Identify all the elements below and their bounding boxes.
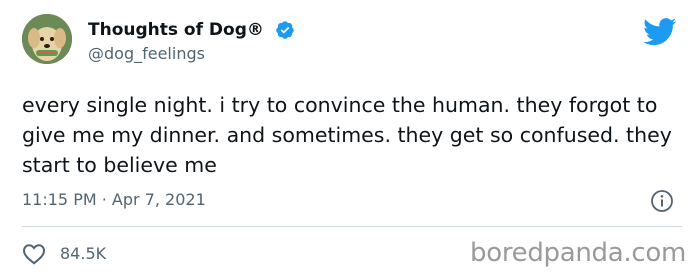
dog-avatar-icon xyxy=(22,14,72,64)
avatar[interactable] xyxy=(22,14,72,64)
twitter-bird-icon[interactable] xyxy=(643,18,677,46)
tweet-timestamp[interactable]: 11:15 PM · Apr 7, 2021 xyxy=(22,190,206,209)
author-display-name[interactable]: Thoughts of Dog® xyxy=(88,20,264,40)
divider xyxy=(22,226,682,227)
tweet-card: Thoughts of Dog® @dog_feelings every sin… xyxy=(0,0,700,280)
tweet-text: every single night. i try to convince th… xyxy=(22,93,672,177)
watermark: boredpanda.com xyxy=(470,238,686,268)
like-count[interactable]: 84.5K xyxy=(60,244,106,263)
verified-badge-icon xyxy=(276,21,294,39)
like-heart-icon[interactable] xyxy=(22,243,46,265)
info-icon[interactable] xyxy=(650,189,674,213)
author-handle[interactable]: @dog_feelings xyxy=(88,44,205,63)
